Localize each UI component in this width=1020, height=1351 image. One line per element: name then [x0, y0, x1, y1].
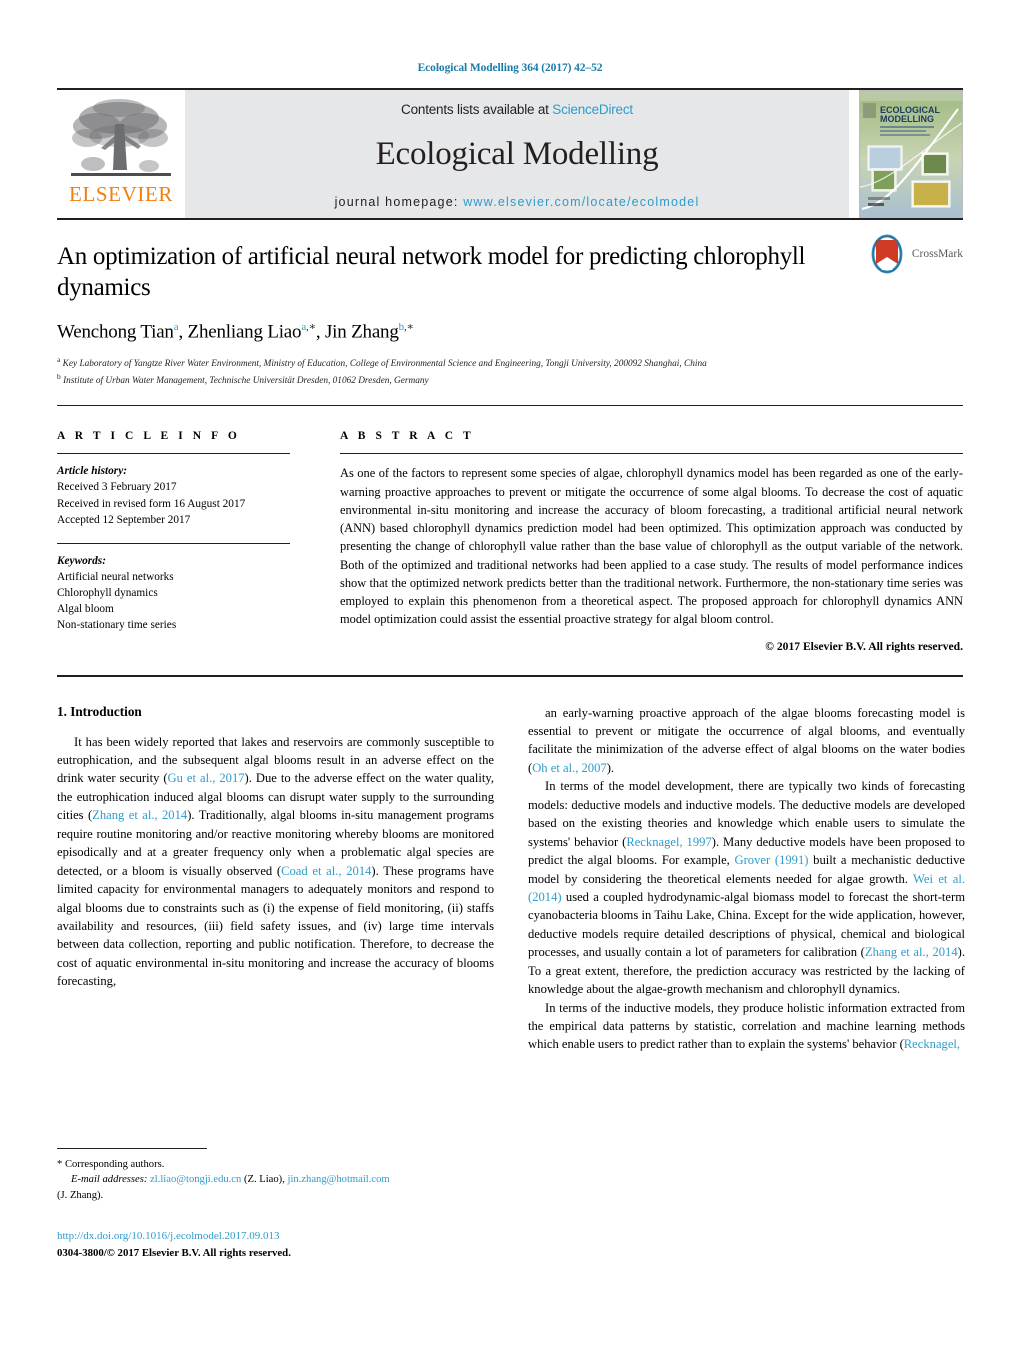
- article-info-heading: A R T I C L E I N F O: [57, 430, 241, 443]
- citation-link[interactable]: Grover (1991): [735, 853, 809, 867]
- citation-link[interactable]: Wei et al. (2014): [528, 872, 965, 904]
- journal-band: Contents lists available at ScienceDirec…: [185, 90, 849, 218]
- crossmark-label: CrossMark: [911, 248, 963, 260]
- body-paragraph: In terms of the model development, there…: [528, 779, 965, 997]
- contents-line: Contents lists available at ScienceDirec…: [401, 102, 633, 117]
- body-separator-rule: [57, 674, 963, 677]
- svg-text:MODELLING: MODELLING: [880, 114, 934, 124]
- doi-link[interactable]: http://dx.doi.org/10.1016/j.ecolmodel.20…: [57, 1228, 494, 1245]
- article-history-items: Received 3 February 2017 Received in revi…: [57, 479, 290, 527]
- corresponding-author-star: ,∗: [403, 321, 414, 333]
- copyright-line: © 2017 Elsevier B.V. All rights reserved…: [765, 639, 963, 653]
- keywords-block: Keywords: Artificial neural networks Chlo…: [57, 544, 290, 633]
- article-history-label: Article history:: [57, 465, 127, 478]
- affiliation-marker: a: [57, 355, 61, 365]
- footnote-rule: [57, 1148, 207, 1149]
- keyword-item: Artificial neural networks: [57, 570, 174, 583]
- crossmark-icon: [871, 234, 903, 274]
- citation-link[interactable]: Zhang et al., 2014: [865, 945, 958, 959]
- corresponding-author-note: * Corresponding authors.: [57, 1159, 165, 1170]
- abstract-text: As one of the factors to represent some …: [340, 466, 963, 627]
- citation-link[interactable]: Zhang et al., 2014: [92, 808, 187, 822]
- journal-cover-art: ECOLOGICAL MODELLING: [860, 91, 962, 217]
- elsevier-wordmark: ELSEVIER: [69, 182, 173, 206]
- contents-prefix: Contents lists available at: [401, 102, 553, 117]
- elsevier-logo: ELSEVIER: [57, 90, 185, 218]
- affiliation-marker: b: [57, 371, 61, 381]
- affiliation-list: a Key Laboratory of Yangtze River Water …: [57, 355, 963, 388]
- title-block: CrossMark An optimization of artificial …: [57, 218, 963, 388]
- keyword-item: Chlorophyll dynamics: [57, 586, 158, 599]
- citation-link[interactable]: Gu et al., 2017: [168, 771, 245, 785]
- body-paragraph: an early-warning proactive approach of t…: [528, 705, 965, 775]
- info-abstract-row: A R T I C L E I N F O Article history: R…: [57, 405, 963, 653]
- article-info-column: A R T I C L E I N F O Article history: R…: [57, 430, 290, 652]
- article-history-item: Accepted 12 September 2017: [57, 513, 191, 526]
- email-note: E-mail addresses: zl.liao@tongji.edu.cn …: [57, 1172, 494, 1187]
- article-history-item: Received 3 February 2017: [57, 481, 177, 494]
- author-name: Zhenliang Liao: [187, 321, 302, 343]
- body-column-right: an early-warning proactive approach of t…: [528, 704, 965, 1054]
- email-label: E-mail addresses:: [71, 1174, 148, 1186]
- running-head: Ecological Modelling 364 (2017) 42–52: [417, 62, 603, 74]
- crossmark-badge[interactable]: CrossMark: [867, 234, 963, 274]
- keyword-item: Algal bloom: [57, 602, 114, 615]
- email-note-tail: (J. Zhang).: [57, 1189, 104, 1201]
- keywords-label: Keywords:: [57, 554, 106, 567]
- corresponding-author-star: ,∗: [306, 321, 316, 333]
- page-title: An optimization of artificial neural net…: [57, 243, 806, 301]
- author-affiliation-marker: a: [173, 321, 179, 333]
- affiliation-item: b Institute of Urban Water Management, T…: [57, 371, 429, 386]
- citation-link[interactable]: Recknagel, 1997: [626, 835, 711, 849]
- body-paragraph: In terms of the inductive models, they p…: [528, 1000, 965, 1052]
- citation-link[interactable]: Coad et al., 2014: [281, 864, 371, 878]
- journal-article-page: Ecological Modelling 364 (2017) 42–52 EL…: [0, 0, 1020, 1351]
- issn-copyright-line: 0304-3800/© 2017 Elsevier B.V. All right…: [57, 1246, 291, 1259]
- body-columns: 1. Introduction It has been widely repor…: [57, 704, 965, 1054]
- author-list: Wenchong Tiana, Zhenliang Liaoa,∗, Jin Z…: [57, 321, 414, 343]
- email-links: zl.liao@tongji.edu.cn (Z. Liao), jin.zha…: [150, 1174, 390, 1186]
- body-column-left: 1. Introduction It has been widely repor…: [57, 704, 494, 1054]
- keyword-item: Non-stationary time series: [57, 618, 177, 631]
- article-history-item: Received in revised form 16 August 2017: [57, 497, 246, 510]
- section-title-introduction: 1. Introduction: [57, 703, 142, 719]
- left-column-paragraphs: It has been widely reported that lakes a…: [57, 733, 494, 991]
- journal-homepage-line: journal homepage: www.elsevier.com/locat…: [335, 195, 700, 209]
- right-column-paragraphs: an early-warning proactive approach of t…: [528, 704, 965, 1054]
- affiliation-item: a Key Laboratory of Yangtze River Water …: [57, 355, 707, 370]
- email-link[interactable]: jin.zhang@hotmail.com: [288, 1174, 390, 1185]
- author-name: Wenchong Tian: [57, 321, 174, 343]
- body-paragraph: It has been widely reported that lakes a…: [57, 734, 495, 989]
- journal-title: Ecological Modelling: [375, 136, 659, 172]
- elsevier-tree-icon: [71, 99, 171, 176]
- author-name: Jin Zhang: [324, 321, 399, 343]
- article-history-block: Article history: Received 3 February 201…: [57, 454, 290, 527]
- sciencedirect-link[interactable]: ScienceDirect: [552, 102, 633, 117]
- citation-link[interactable]: Recknagel,: [904, 1037, 960, 1051]
- journal-masthead: ELSEVIER Contents lists available at Sci…: [57, 88, 963, 218]
- homepage-prefix: journal homepage:: [334, 195, 464, 209]
- abstract-column: A B S T R A C T As one of the factors to…: [340, 430, 963, 653]
- author-affiliation-marker: b,∗: [398, 321, 414, 333]
- abstract-heading: A B S T R A C T: [340, 430, 475, 443]
- journal-homepage-link[interactable]: www.elsevier.com/locate/ecolmodel: [463, 195, 699, 209]
- footnote-area: * Corresponding authors. E-mail addresse…: [57, 1148, 494, 1261]
- email-link[interactable]: zl.liao@tongji.edu.cn: [150, 1174, 241, 1185]
- journal-cover-thumbnail: ECOLOGICAL MODELLING: [859, 90, 963, 218]
- author-affiliation-marker: a,∗: [301, 321, 316, 333]
- citation-link[interactable]: Oh et al., 2007: [532, 761, 607, 775]
- doi-block: http://dx.doi.org/10.1016/j.ecolmodel.20…: [57, 1228, 494, 1261]
- keywords-items: Artificial neural networks Chlorophyll dy…: [57, 569, 290, 633]
